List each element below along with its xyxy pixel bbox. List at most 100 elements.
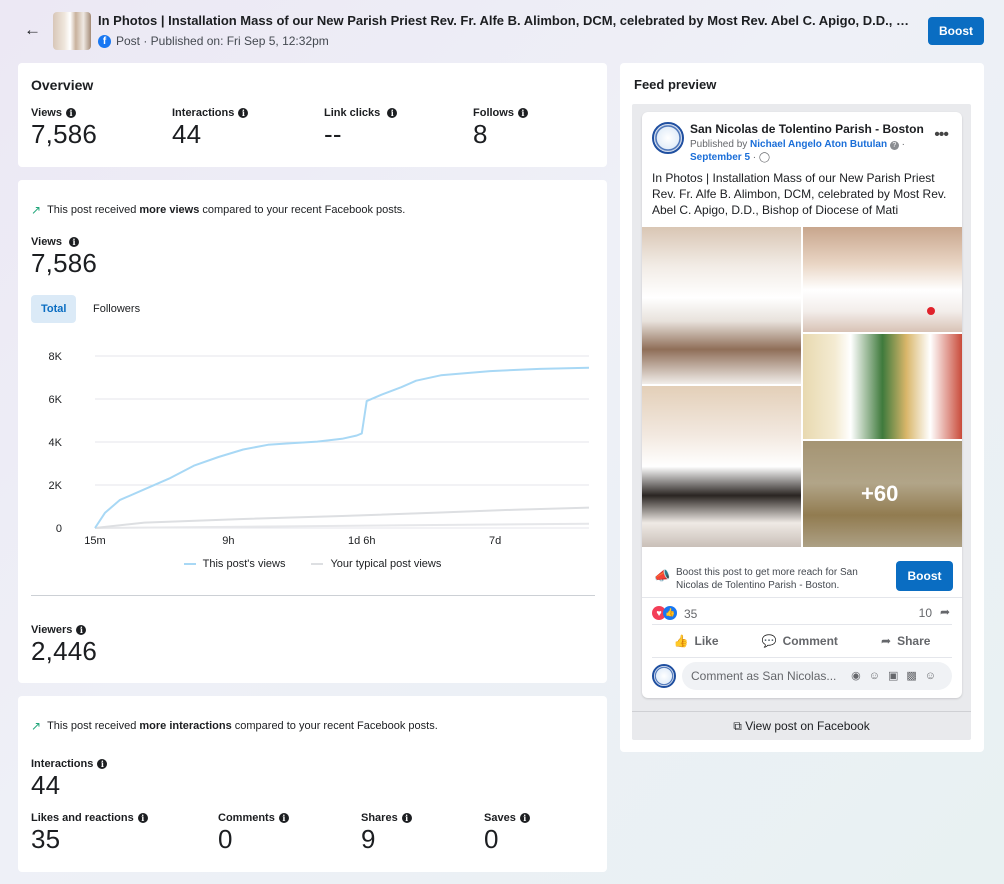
overview-card: Overview Views i 7,586 Interactions i 44 L… [18, 63, 607, 167]
photo-5[interactable]: +60 [803, 441, 962, 547]
post-title: In Photos | Installation Mass of our New… [98, 13, 918, 28]
viewers-metric: Viewers i 2,446 [31, 624, 97, 667]
page-avatar[interactable] [652, 122, 684, 154]
info-icon[interactable]: i [519, 813, 530, 823]
boost-post-button[interactable]: Boost [896, 561, 953, 591]
published-by-label: Published by [690, 139, 751, 150]
note-bold: more interactions [139, 720, 232, 732]
overview-follows: Follows i 8 [473, 107, 528, 150]
commenter-avatar[interactable] [652, 664, 676, 688]
saves-metric: Saves i 0 [484, 812, 530, 855]
legend-label: Your typical post views [330, 558, 442, 570]
note-text: This post received [47, 720, 140, 732]
view-post-link[interactable]: ⧉ View post on Facebook [632, 711, 971, 739]
overview-interactions: Interactions i 44 [172, 107, 249, 150]
external-link-icon: ⧉ [733, 719, 742, 733]
info-icon[interactable]: i [238, 108, 249, 118]
publisher-link[interactable]: Nichael Angelo Aton Butulan [750, 139, 887, 150]
photo-2[interactable] [803, 227, 962, 332]
y-tick-label: 8K [49, 351, 63, 363]
note-text: compared to your recent Facebook posts. [199, 204, 406, 216]
metric-value: 7,586 [31, 248, 98, 278]
globe-icon: ◯ [758, 152, 771, 163]
metric-label: Interactions [172, 107, 235, 119]
metric-value: 35 [31, 824, 61, 854]
photo-3[interactable] [803, 334, 962, 439]
metric-label: Follows [473, 107, 514, 119]
tab-followers[interactable]: Followers [83, 295, 150, 323]
metric-label: Shares [361, 812, 398, 824]
like-reaction-icon: 👍 [663, 606, 677, 620]
share-action[interactable]: ➦ Share [881, 630, 930, 652]
thumbs-up-icon: 👍 [673, 634, 689, 648]
more-options-icon[interactable]: ••• [934, 126, 949, 144]
info-icon[interactable]: i [137, 813, 148, 823]
info-icon[interactable]: i [66, 108, 76, 118]
x-tick-label: 1d 6h [348, 535, 376, 547]
post-type-date: Post · Published on: Fri Sep 5, 12:32pm [116, 34, 329, 48]
boost-row: 📣 Boost this post to get more reach for … [652, 557, 953, 599]
back-arrow-icon[interactable]: ← [24, 20, 42, 40]
divider [652, 624, 952, 625]
info-icon[interactable]: i [278, 813, 289, 823]
legend-swatch [183, 563, 196, 565]
x-tick-label: 7d [489, 535, 501, 547]
series-line [94, 366, 590, 529]
share-label: Share [897, 634, 931, 648]
metric-value: 8 [473, 119, 488, 149]
comment-tools-icons[interactable]: ◉☺▣▩☺ [851, 662, 944, 690]
photo-4[interactable] [642, 386, 801, 547]
info-icon[interactable]: i [69, 237, 79, 247]
metric-label: Comments [218, 812, 275, 824]
series-line [94, 522, 590, 529]
divider [652, 657, 952, 658]
post-preview: San Nicolas de Tolentino Parish - Boston… [642, 112, 962, 698]
metric-value: 0 [218, 824, 233, 854]
comment-icon: 💬 [761, 634, 777, 648]
y-tick-label: 4K [49, 437, 63, 449]
views-metric: Views i 7,586 [31, 236, 97, 279]
info-icon[interactable]: i [76, 625, 87, 635]
metric-label: Views [31, 236, 62, 248]
facebook-icon: f [98, 34, 111, 48]
shares-metric: Shares i 9 [361, 812, 412, 855]
legend-item: This post's views [183, 558, 286, 570]
help-icon[interactable]: ? [889, 141, 899, 150]
comment-input[interactable]: Comment as San Nicolas... ◉☺▣▩☺ [682, 662, 952, 690]
post-meta: Published by Nichael Angelo Aton Butulan… [690, 139, 905, 163]
comment-action[interactable]: 💬 Comment [762, 630, 838, 652]
metric-label: Saves [484, 812, 516, 824]
overview-views: Views i 7,586 [31, 107, 97, 150]
comment-placeholder: Comment as San Nicolas... [691, 669, 837, 683]
metric-value: 44 [31, 770, 61, 800]
trending-up-icon: ↗ [31, 719, 42, 733]
legend-label: This post's views [202, 558, 286, 570]
like-action[interactable]: 👍 Like [674, 630, 719, 652]
legend-swatch [311, 563, 324, 565]
divider [642, 597, 962, 598]
metric-label: Link clicks [324, 107, 381, 119]
boost-description: Boost this post to get more reach for Sa… [676, 567, 858, 591]
reaction-count[interactable]: 35 [684, 607, 697, 621]
share-icon: ➦ [881, 634, 892, 648]
like-label: Like [694, 634, 719, 648]
boost-button[interactable]: Boost [928, 17, 984, 45]
page-name[interactable]: San Nicolas de Tolentino Parish - Boston [690, 122, 924, 136]
share-count[interactable]: 10 [919, 606, 932, 620]
info-icon[interactable]: i [401, 813, 412, 823]
trending-up-icon: ↗ [31, 203, 42, 217]
info-icon[interactable]: i [387, 108, 398, 118]
note-text: This post received [47, 204, 140, 216]
photo-1[interactable] [642, 227, 801, 384]
post-date-link[interactable]: September 5 [690, 152, 750, 163]
info-icon[interactable]: i [517, 108, 528, 118]
comments-metric: Comments i 0 [218, 812, 289, 855]
x-tick-label: 9h [222, 535, 234, 547]
info-icon[interactable]: i [97, 759, 108, 769]
note-text: compared to your recent Facebook posts. [231, 720, 438, 732]
tab-total[interactable]: Total [31, 295, 77, 323]
interactions-metric: Interactions i 44 [31, 758, 108, 801]
x-tick-label: 15m [84, 535, 105, 547]
post-subtitle: f Post · Published on: Fri Sep 5, 12:32p… [98, 34, 329, 48]
metric-value: 0 [484, 824, 499, 854]
